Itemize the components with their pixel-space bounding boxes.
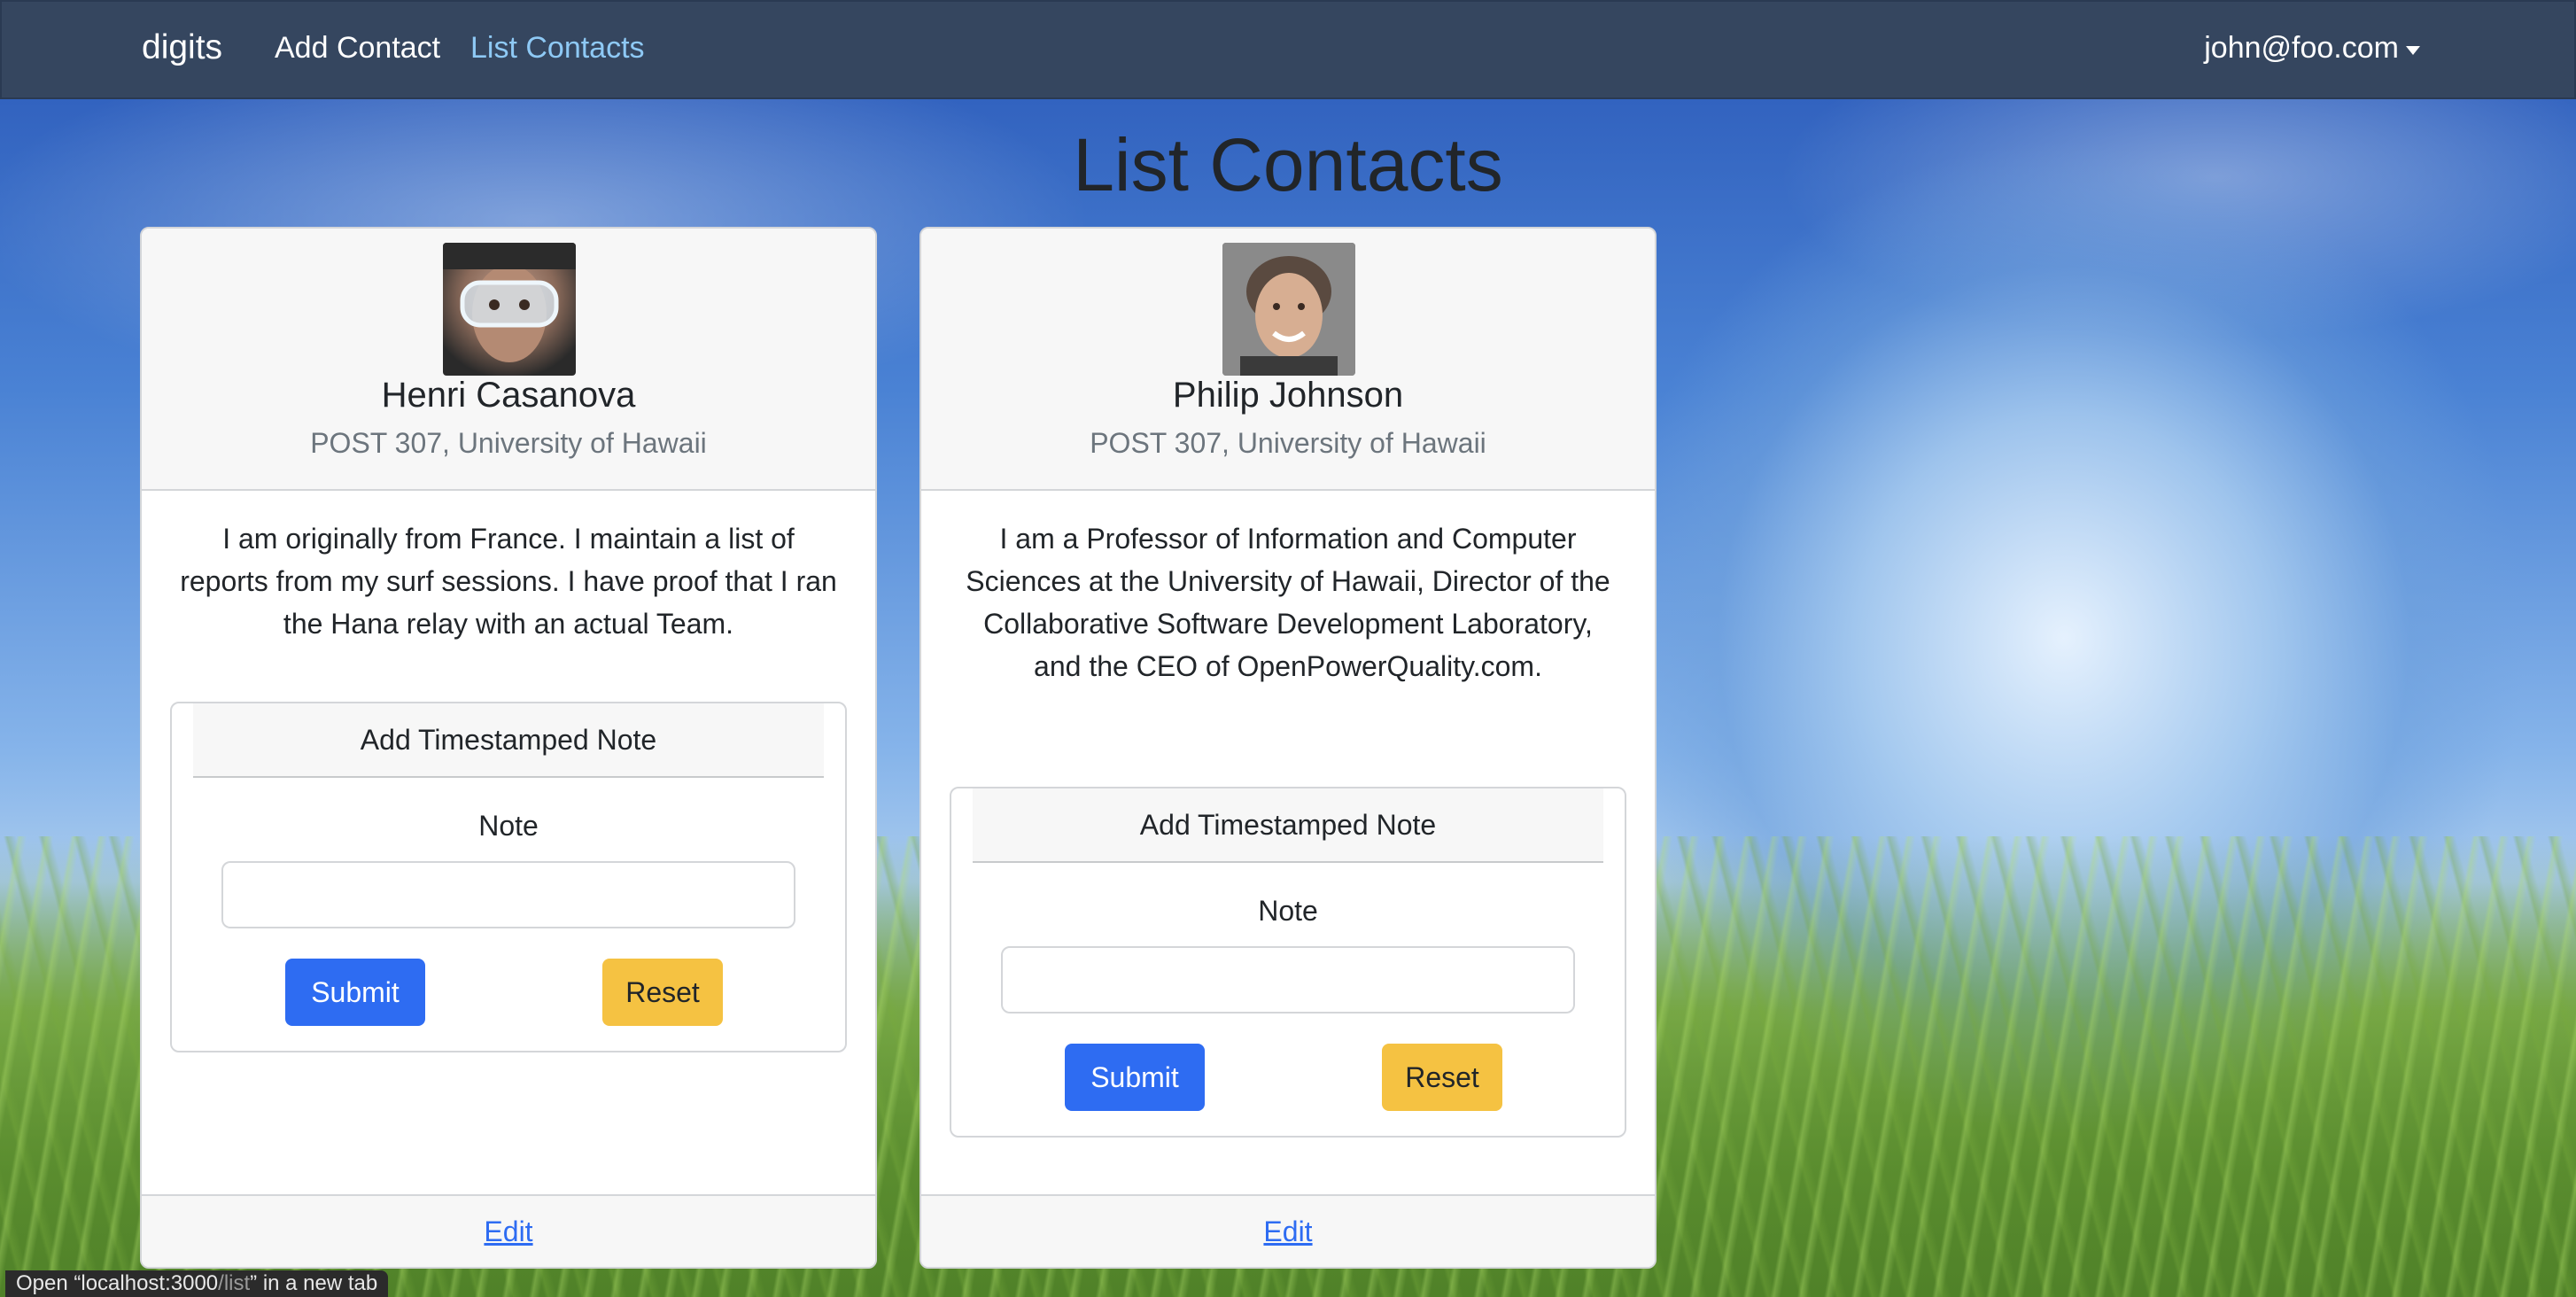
contact-address: POST 307, University of Hawaii	[1090, 427, 1486, 459]
contact-name: Philip Johnson	[1172, 376, 1404, 415]
contact-address: POST 307, University of Hawaii	[310, 427, 707, 459]
contact-avatar	[1222, 243, 1355, 376]
page-title: List Contacts	[1073, 123, 1503, 206]
reset-button[interactable]: Reset	[602, 959, 723, 1026]
caret-down-icon	[2406, 45, 2420, 55]
navbar: digits Add Contact List Contacts john@fo…	[0, 0, 2576, 99]
status-suffix: ” in a new tab	[250, 1271, 378, 1295]
card-footer: Edit	[142, 1194, 875, 1267]
contact-card: Henri Casanova POST 307, University of H…	[140, 227, 877, 1269]
note-input[interactable]	[1001, 946, 1575, 1014]
note-label: Note	[478, 810, 539, 842]
submit-button[interactable]: Submit	[1065, 1044, 1205, 1111]
note-form-title: Add Timestamped Note	[973, 788, 1603, 863]
browser-status-bar: Open “localhost:3000/list” in a new tab	[5, 1270, 389, 1297]
reset-button[interactable]: Reset	[1382, 1044, 1502, 1111]
edit-link[interactable]: Edit	[1263, 1215, 1312, 1247]
contact-avatar	[443, 243, 576, 376]
contact-description: I am a Professor of Information and Comp…	[966, 523, 1610, 682]
status-prefix: Open “localhost:3000	[16, 1271, 219, 1295]
note-form-title: Add Timestamped Note	[193, 703, 824, 778]
nav-list-contacts[interactable]: List Contacts	[470, 31, 645, 66]
note-form: Add Timestamped Note Note Submit Reset	[950, 787, 1626, 1138]
card-header: Philip Johnson POST 307, University of H…	[921, 229, 1655, 491]
card-header: Henri Casanova POST 307, University of H…	[142, 229, 875, 491]
card-footer: Edit	[921, 1194, 1655, 1267]
edit-link[interactable]: Edit	[484, 1215, 532, 1247]
brand-link[interactable]: digits	[142, 28, 222, 67]
submit-button[interactable]: Submit	[285, 959, 425, 1026]
status-path: /list	[218, 1271, 251, 1295]
note-input[interactable]	[221, 861, 795, 928]
contact-description: I am originally from France. I maintain …	[180, 523, 837, 640]
note-label: Note	[1258, 895, 1318, 927]
contact-name: Henri Casanova	[381, 376, 636, 415]
nav-add-contact[interactable]: Add Contact	[275, 31, 440, 66]
user-email: john@foo.com	[2204, 31, 2399, 65]
user-dropdown[interactable]: john@foo.com	[2204, 31, 2420, 66]
contact-card: Philip Johnson POST 307, University of H…	[919, 227, 1657, 1269]
note-form: Add Timestamped Note Note Submit Reset	[170, 702, 847, 1052]
